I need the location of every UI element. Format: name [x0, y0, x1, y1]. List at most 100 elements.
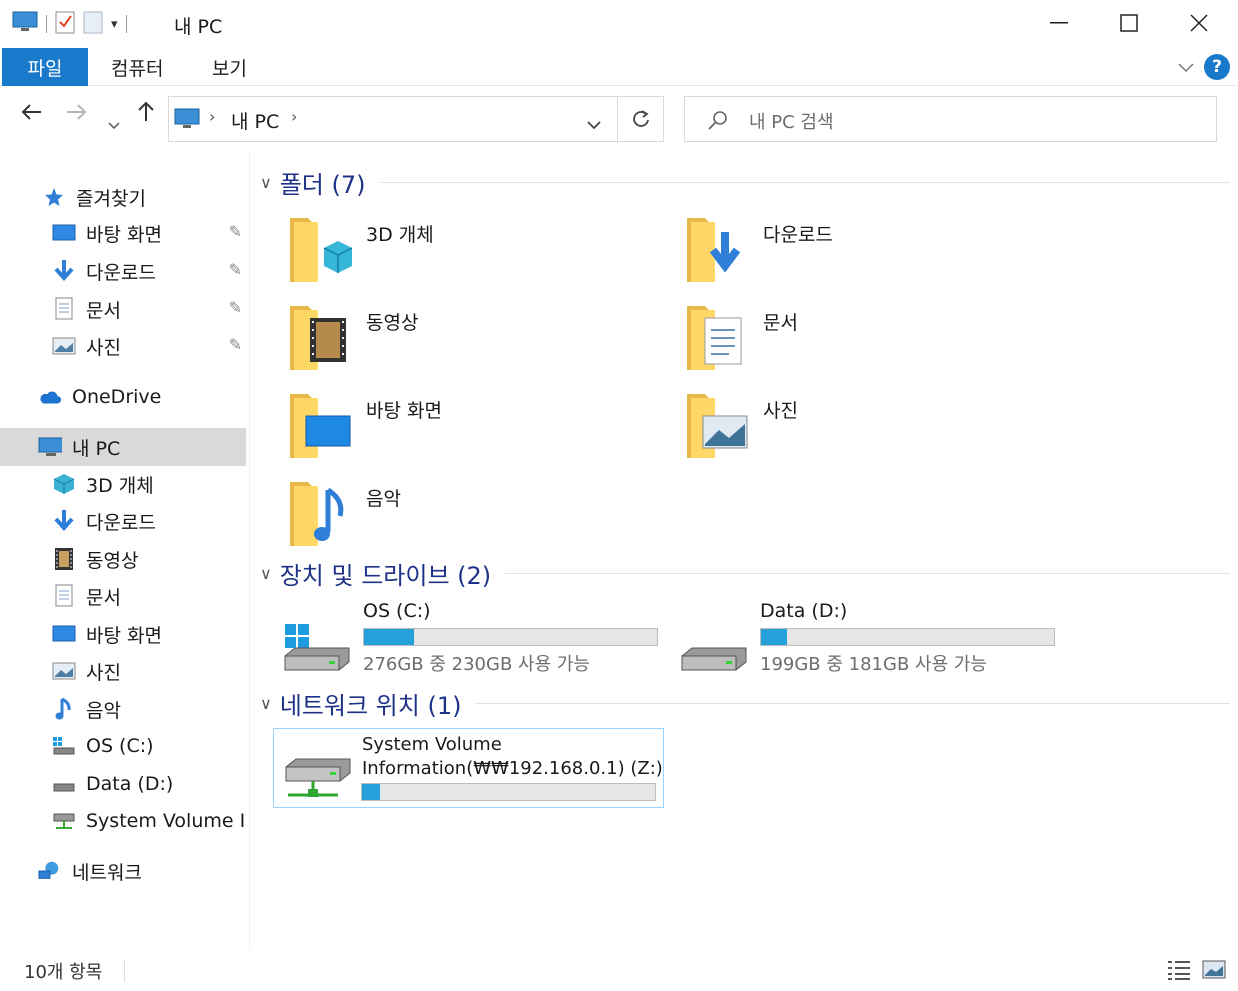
- pin-icon[interactable]: ✎: [229, 222, 242, 241]
- folder-tile-desktop[interactable]: 바탕 화면: [288, 388, 668, 468]
- sidebar-item-network[interactable]: 네트워크: [0, 852, 246, 890]
- chevron-down-icon[interactable]: ∨: [260, 173, 272, 192]
- drive-free-space: 199GB 중 181GB 사용 가능: [760, 654, 987, 675]
- sidebar-item-label: 사진: [86, 336, 121, 359]
- computer-icon: [38, 435, 62, 459]
- sidebar-item-downloads[interactable]: 다운로드: [0, 502, 246, 540]
- sidebar-item-label: 음악: [86, 699, 121, 722]
- group-header-network[interactable]: ∨ 네트워크 위치 (1): [260, 686, 1230, 720]
- sidebar-item-this-pc[interactable]: 내 PC: [0, 428, 246, 466]
- chevron-down-icon[interactable]: ∨: [260, 694, 272, 713]
- minimize-button[interactable]: [1024, 0, 1094, 46]
- folder-name: 사진: [763, 400, 798, 422]
- sidebar-item-data-d[interactable]: Data (D:): [0, 765, 246, 803]
- large-icons-view-icon[interactable]: [1202, 958, 1228, 982]
- refresh-icon[interactable]: [631, 109, 651, 133]
- window-title: 내 PC: [174, 16, 223, 38]
- ribbon: 파일 컴퓨터 보기 ?: [0, 46, 1238, 86]
- star-icon: [42, 185, 66, 209]
- breadcrumb-separator-icon[interactable]: ›: [209, 107, 215, 126]
- sidebar-item-network-drive[interactable]: System Volume Inf: [0, 802, 246, 840]
- folder-name: 동영상: [366, 312, 419, 334]
- sidebar-item-desktop[interactable]: 바탕 화면 ✎: [0, 214, 246, 252]
- navigation-bar: › 내 PC › 내 PC 검색: [0, 92, 1238, 144]
- document-icon: [52, 297, 76, 321]
- drive-icon: [52, 772, 76, 796]
- sidebar-item-documents[interactable]: 문서 ✎: [0, 290, 246, 328]
- desktop-icon: [52, 622, 76, 646]
- search-box[interactable]: 내 PC 검색: [684, 96, 1217, 142]
- expand-ribbon-icon[interactable]: [1178, 58, 1194, 77]
- network-drive-name-line2: Information(₩₩192.168.0.1) (Z:): [362, 758, 663, 779]
- picture-icon: [52, 334, 76, 358]
- network-drive-tile[interactable]: System Volume Information(₩₩192.168.0.1)…: [273, 728, 664, 808]
- address-bar[interactable]: › 내 PC ›: [168, 96, 664, 143]
- customize-toolbar-icon[interactable]: ▾: [111, 17, 118, 32]
- sidebar-item-3d-objects[interactable]: 3D 개체: [0, 465, 246, 503]
- sidebar-item-label: 문서: [86, 586, 121, 609]
- forward-arrow-icon[interactable]: [66, 100, 88, 128]
- properties-icon[interactable]: [55, 10, 75, 38]
- tab-file[interactable]: 파일: [2, 48, 88, 86]
- group-header-drives[interactable]: ∨ 장치 및 드라이브 (2): [260, 556, 1230, 590]
- breadcrumb-this-pc[interactable]: 내 PC: [231, 107, 279, 134]
- sidebar-item-onedrive[interactable]: OneDrive: [0, 378, 246, 416]
- folder-name: 음악: [366, 488, 401, 510]
- drive-usage-fill: [362, 784, 380, 800]
- back-arrow-icon[interactable]: [20, 100, 42, 128]
- close-button[interactable]: [1164, 0, 1234, 46]
- sidebar-item-documents[interactable]: 문서: [0, 577, 246, 615]
- explorer-window: ▾ 내 PC 파일 컴퓨터 보기 ? › 내 PC › 내 PC 검색 즐겨찾기…: [0, 0, 1238, 991]
- document-icon: [52, 584, 76, 608]
- group-header-folders[interactable]: ∨ 폴더 (7): [260, 165, 1230, 199]
- sidebar-item-label: 문서: [86, 299, 121, 322]
- sidebar-item-label: Data (D:): [86, 773, 174, 795]
- address-dropdown-icon[interactable]: [587, 115, 601, 134]
- drive-tile-data-d[interactable]: Data (D:) 199GB 중 181GB 사용 가능: [678, 600, 1068, 680]
- folder-3d-objects-icon: [290, 218, 352, 282]
- folder-tile-documents[interactable]: 문서: [685, 300, 1065, 380]
- pin-icon[interactable]: ✎: [229, 298, 242, 317]
- sidebar-item-pictures[interactable]: 사진 ✎: [0, 327, 246, 365]
- sidebar-item-downloads[interactable]: 다운로드 ✎: [0, 252, 246, 290]
- sidebar-item-label: 바탕 화면: [86, 624, 162, 647]
- sidebar-item-quick-access[interactable]: 즐겨찾기: [0, 178, 246, 216]
- sidebar-item-pictures[interactable]: 사진: [0, 652, 246, 690]
- pin-icon[interactable]: ✎: [229, 260, 242, 279]
- sidebar-item-desktop[interactable]: 바탕 화면: [0, 615, 246, 653]
- sidebar-item-music[interactable]: 음악: [0, 690, 246, 728]
- folder-tile-videos[interactable]: 동영상: [288, 300, 668, 380]
- picture-icon: [52, 659, 76, 683]
- drive-usage-fill: [761, 629, 788, 645]
- folder-desktop-icon: [290, 394, 351, 458]
- cloud-icon: [38, 385, 62, 409]
- sidebar-item-videos[interactable]: 동영상: [0, 540, 246, 578]
- details-view-icon[interactable]: [1166, 958, 1192, 982]
- drive-usage-bar: [363, 628, 658, 646]
- tab-computer[interactable]: 컴퓨터: [111, 54, 163, 81]
- folder-name: 바탕 화면: [366, 400, 442, 422]
- sidebar-item-os-c[interactable]: OS (C:): [0, 727, 246, 765]
- folder-tile-3d-objects[interactable]: 3D 개체: [288, 212, 668, 292]
- recent-locations-icon[interactable]: [108, 108, 120, 136]
- drive-usage-bar: [760, 628, 1055, 646]
- folder-tile-music[interactable]: 음악: [288, 476, 668, 556]
- pin-icon[interactable]: ✎: [229, 335, 242, 354]
- computer-icon[interactable]: [12, 11, 38, 37]
- maximize-button[interactable]: [1094, 0, 1164, 46]
- drive-tile-os-c[interactable]: OS (C:) 276GB 중 230GB 사용 가능: [281, 600, 671, 680]
- up-arrow-icon[interactable]: [136, 100, 156, 128]
- tab-view[interactable]: 보기: [212, 54, 247, 81]
- download-arrow-icon: [52, 509, 76, 533]
- chevron-down-icon[interactable]: ∨: [260, 564, 272, 583]
- network-drive-icon: [52, 809, 76, 833]
- folder-name: 3D 개체: [366, 224, 434, 246]
- search-placeholder: 내 PC 검색: [749, 112, 834, 133]
- folder-tile-pictures[interactable]: 사진: [685, 388, 1065, 468]
- folder-tile-downloads[interactable]: 다운로드: [685, 212, 1065, 292]
- sidebar-item-label: 즐겨찾기: [76, 187, 146, 210]
- breadcrumb-separator-icon[interactable]: ›: [291, 107, 297, 126]
- help-button[interactable]: ?: [1204, 54, 1230, 80]
- sidebar-item-label: 3D 개체: [86, 474, 154, 497]
- new-folder-icon[interactable]: [83, 10, 103, 38]
